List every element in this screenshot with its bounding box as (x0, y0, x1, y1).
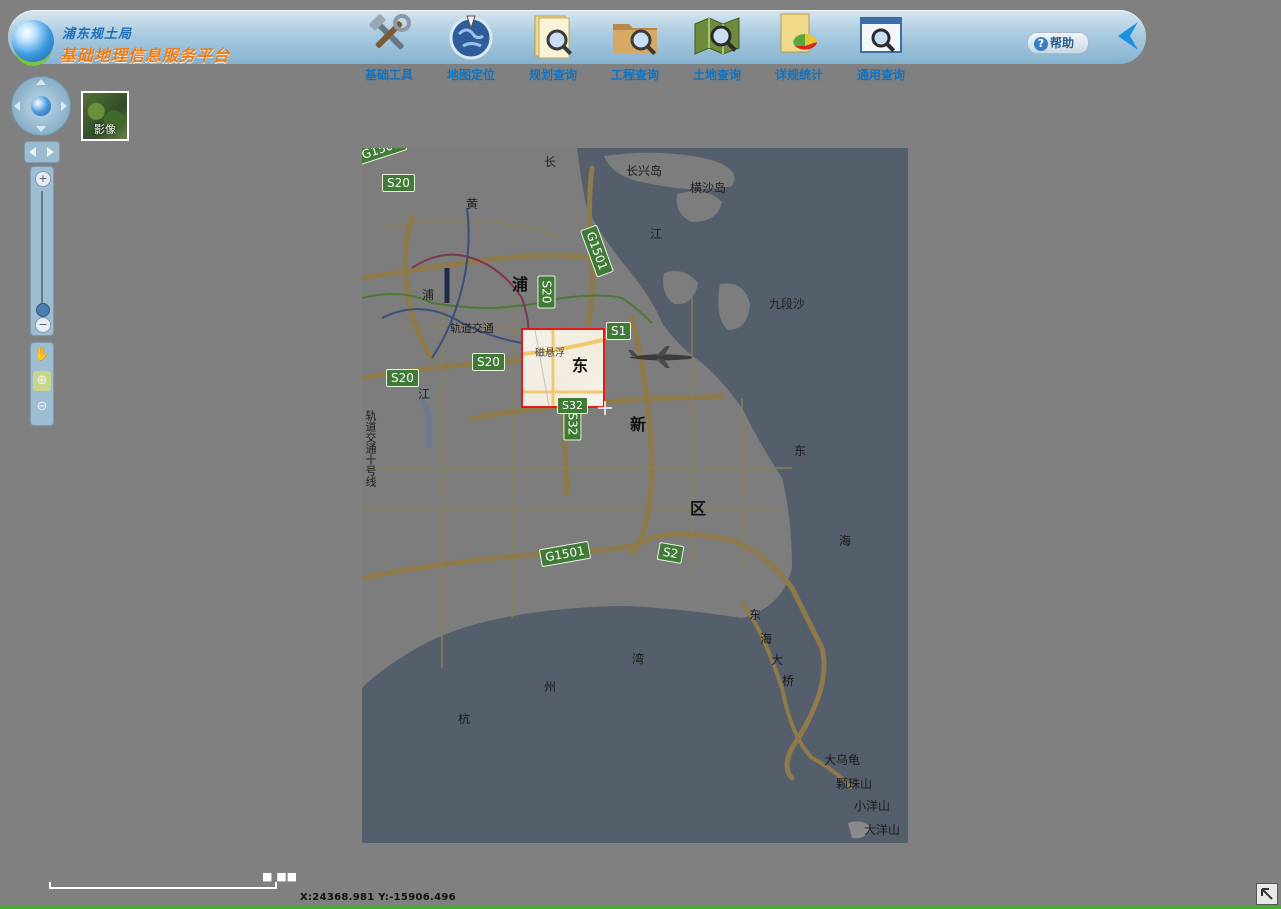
place-label-jiang: 江 (650, 227, 663, 241)
toolbar-general-query[interactable]: 通用查询 (843, 12, 919, 83)
district-label-qu: 区 (690, 499, 707, 518)
pan-hand-icon[interactable]: ✋ (33, 345, 51, 365)
place-label-huang: 黄 (466, 197, 479, 211)
district-label-xin: 新 (630, 415, 647, 434)
expand-overview-button[interactable] (1256, 883, 1278, 905)
bay-label-zhou: 州 (544, 680, 557, 694)
imagery-layer-switch[interactable]: 影像 (81, 91, 129, 141)
next-extent-icon[interactable] (47, 147, 54, 157)
pan-up-icon[interactable] (36, 79, 46, 85)
toolbar-label: 工程查询 (610, 68, 659, 82)
toolbar-planning-query[interactable]: 规划查询 (515, 12, 591, 83)
scale-label: ■ ■■ (262, 870, 298, 883)
pan-down-icon[interactable] (36, 126, 46, 132)
highway-shield: S32 (557, 397, 588, 414)
help-label: 帮助 (1050, 36, 1075, 50)
platform-title: 基础地理信息服务平台 (60, 46, 231, 65)
toolbar-label: 土地查询 (692, 68, 741, 82)
metro-label: 轨道交通 (450, 322, 494, 335)
help-button[interactable]: ? 帮助 (1027, 32, 1089, 54)
place-label-jiuduansha: 九段沙 (769, 297, 806, 311)
island-label-dawugui: 大乌龟 (824, 753, 861, 767)
previous-extent-icon[interactable] (29, 147, 36, 157)
folder-search-icon (611, 12, 659, 60)
island-label-dayangshan: 大洋山 (864, 823, 901, 837)
highway-shield: S20 (382, 174, 415, 192)
place-label-chang: 长 (544, 155, 557, 169)
district-label-dong: 东 (572, 356, 589, 375)
logo-globe-icon (12, 20, 54, 62)
collapse-arrow-icon[interactable] (1114, 20, 1142, 52)
coordinate-readout: X:24368.981 Y:-15906.496 (300, 892, 456, 903)
org-name: 浦东规土局 (62, 27, 133, 42)
district-label-pu: 浦 (512, 275, 529, 294)
zoom-slider-thumb[interactable] (36, 303, 50, 317)
bridge-label-4: 桥 (782, 674, 795, 688)
toolbar-basic-tools[interactable]: 基础工具 (351, 12, 427, 83)
document-search-icon (529, 12, 577, 60)
bridge-label-3: 大 (771, 653, 784, 667)
window-search-icon (857, 12, 905, 60)
land-map-search-icon (693, 12, 741, 60)
toolbar-label: 地图定位 (446, 68, 495, 82)
toolbar-label: 通用查询 (856, 68, 905, 82)
zoom-track[interactable] (41, 191, 43, 309)
place-label-pu-small: 浦 (422, 288, 435, 302)
toolbar-label: 规划查询 (528, 68, 577, 82)
pie-chart-report-icon (775, 12, 823, 60)
highway-shield: S20 (386, 369, 419, 387)
place-label-changxing-island: 长兴岛 (626, 164, 663, 178)
map-base-graphic (362, 148, 872, 839)
highway-shield: S20 (537, 275, 556, 309)
help-icon: ? (1034, 37, 1048, 51)
airport-airplane-icon (626, 346, 696, 368)
pan-left-icon[interactable] (14, 101, 20, 111)
globe-icon[interactable] (31, 96, 51, 116)
toolbar-label: 基础工具 (364, 68, 413, 82)
highway-shield: S1 (606, 322, 632, 340)
map-tool-column: ✋ ⊕ ⊖ (30, 342, 54, 426)
island-label-kezhushan: 颗珠山 (836, 777, 873, 791)
island-label-xiaoyangshan: 小洋山 (854, 799, 891, 813)
toolbar-detailed-statistics[interactable]: 详规统计 (761, 12, 837, 83)
bay-label-wan: 湾 (632, 652, 645, 666)
maglev-label: 磁悬浮 (535, 348, 565, 359)
highway-shield: S20 (472, 353, 505, 371)
bay-label-hang: 杭 (458, 712, 471, 726)
crosshair-cursor-icon (598, 400, 612, 415)
tools-icon (365, 12, 413, 60)
map-view[interactable]: 长 长兴岛 横沙岛 江 九段沙 黄 浦 新 区 江 浦 轨道交通 轨道交通十号线… (362, 148, 908, 843)
place-label-jiang-left: 江 (418, 387, 431, 401)
toolbar-land-query[interactable]: 土地查询 (679, 12, 755, 83)
globe-locate-icon (447, 12, 495, 60)
bridge-label-1: 东 (749, 608, 762, 622)
scale-bar (49, 882, 277, 889)
zoom-in-tool-icon[interactable]: ⊕ (33, 371, 51, 391)
imagery-layer-label: 影像 (94, 123, 116, 136)
zoom-out-tool-icon[interactable]: ⊖ (33, 397, 51, 417)
bridge-label-2: 海 (760, 632, 773, 646)
pan-right-icon[interactable] (61, 101, 67, 111)
zoom-slider[interactable]: + − (30, 166, 54, 336)
toolbar-map-locate[interactable]: 地图定位 (433, 12, 509, 83)
pan-control[interactable] (11, 76, 71, 136)
sea-label-dong: 东 (794, 444, 807, 458)
toolbar-project-query[interactable]: 工程查询 (597, 12, 673, 83)
toolbar-label: 详规统计 (774, 68, 823, 82)
place-label-hengsha-island: 横沙岛 (690, 181, 727, 195)
zoom-in-button[interactable]: + (35, 171, 51, 187)
metro-line-label: 轨道交通十号线 (364, 410, 377, 487)
zoom-out-button[interactable]: − (35, 317, 51, 333)
current-extent-box[interactable]: 磁悬浮 东 S32 (521, 328, 605, 414)
history-nav (24, 141, 60, 163)
sea-label-hai: 海 (839, 534, 852, 548)
